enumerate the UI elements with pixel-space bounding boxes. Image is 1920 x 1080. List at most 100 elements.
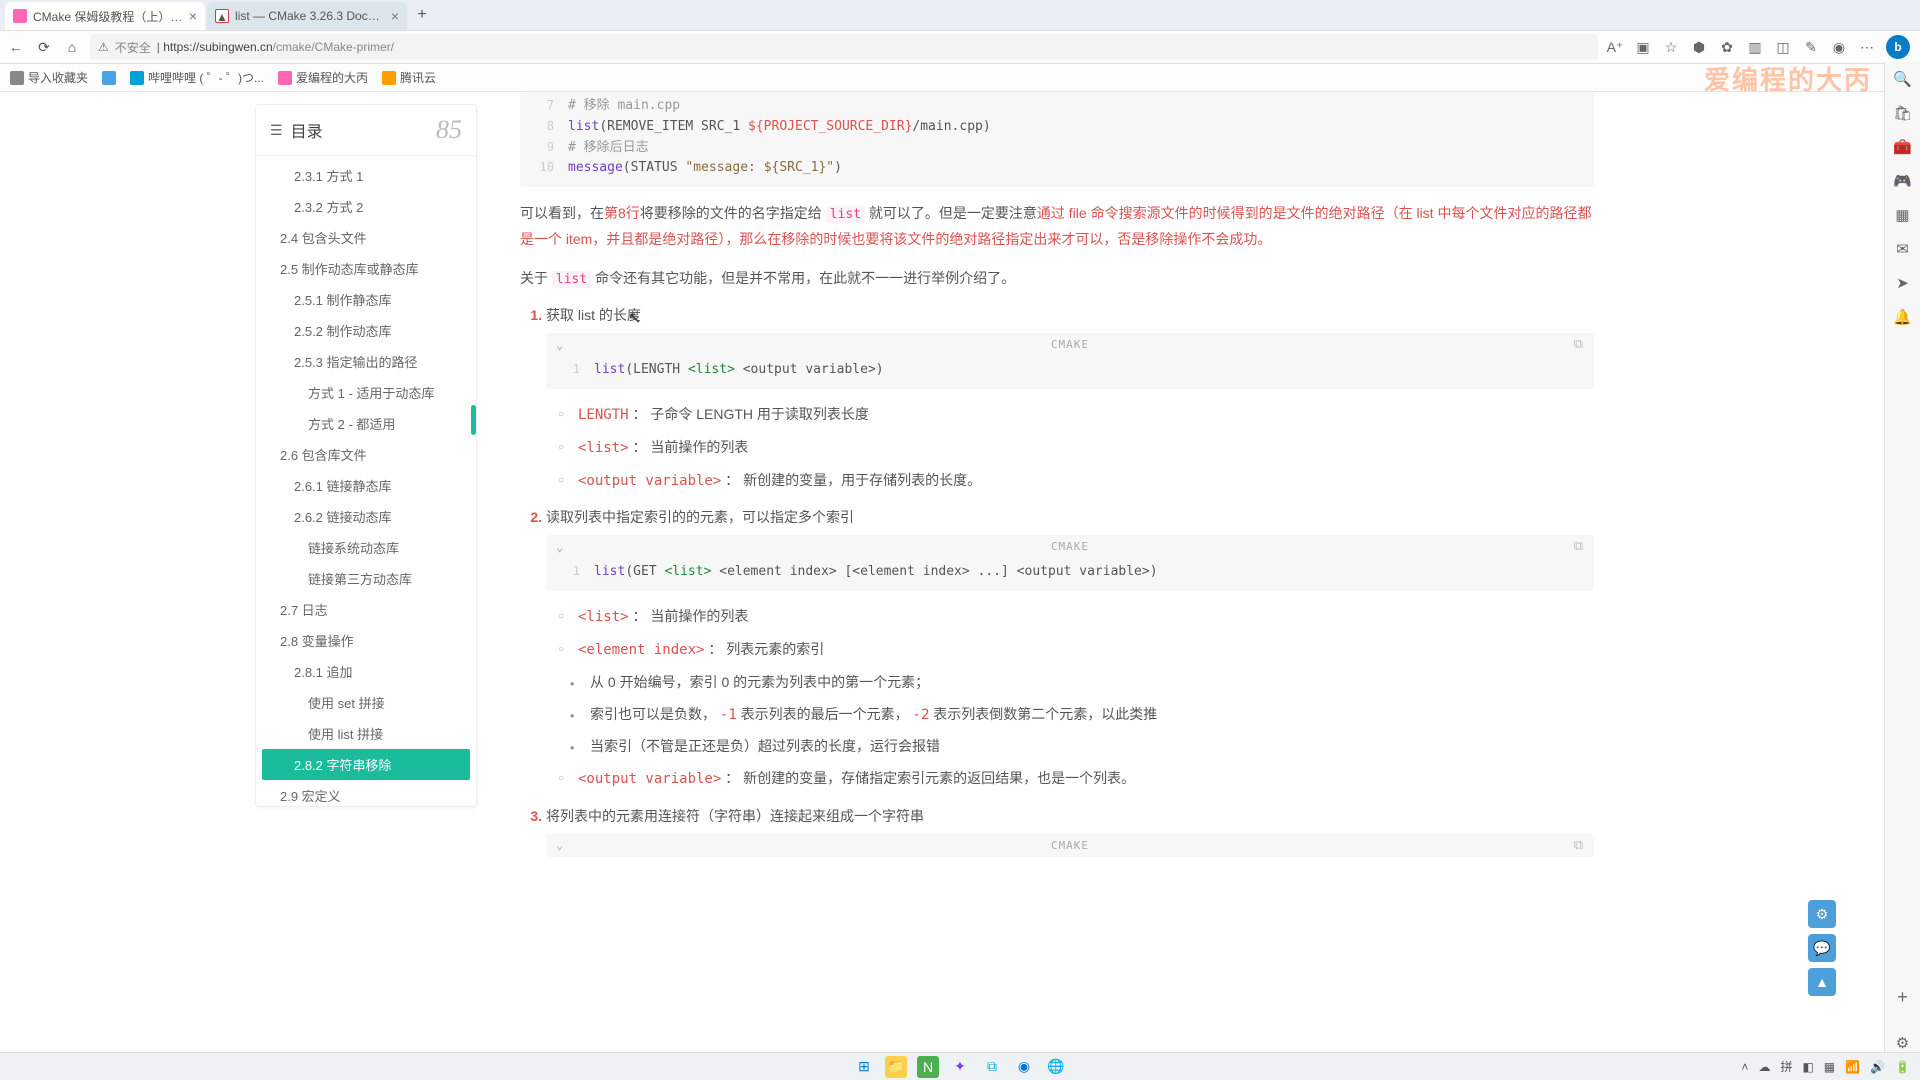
wifi-icon[interactable]: 📶 [1845, 1060, 1860, 1074]
toc-item[interactable]: 2.5 制作动态库或静态库 [256, 253, 476, 284]
toc-item[interactable]: 2.5.1 制作静态库 [256, 284, 476, 315]
system-tray[interactable]: ˄ ☁ 拼 ◧ ▦ 📶 🔊 🔋 [1741, 1058, 1910, 1075]
toc-item[interactable]: 2.6.1 链接静态库 [256, 470, 476, 501]
refresh-button[interactable]: ⟳ [34, 37, 54, 57]
list-item: 将列表中的元素用连接符（字符串）连接起来组成一个字符串⌄CMAKE⧉ [546, 806, 1594, 857]
app-icon[interactable]: N [917, 1056, 939, 1078]
shopping-icon[interactable]: 🛍 [1894, 104, 1912, 122]
chevron-down-icon[interactable]: ⌄ [556, 838, 564, 852]
plus-icon[interactable]: + [1894, 988, 1912, 1006]
extension-icon[interactable]: ⬢ [1690, 38, 1708, 56]
bookmark-item[interactable] [102, 71, 116, 85]
paragraph: 可以看到，在第8行将要移除的文件的名字指定给 list 就可以了。但是一定要注意… [520, 201, 1594, 252]
toc-item[interactable]: 方式 2 - 都适用 [256, 408, 476, 439]
home-button[interactable]: ⌂ [62, 37, 82, 57]
code-block: ⌄CMAKE⧉1list(GET <list> <element index> … [546, 535, 1594, 591]
bookmark-item[interactable]: 腾讯云 [382, 69, 436, 86]
split-icon[interactable]: ◫ [1774, 38, 1792, 56]
toc-item[interactable]: 使用 set 拼接 [256, 687, 476, 718]
favicon [13, 9, 27, 23]
article: 7# 移除 main.cpp8list(REMOVE_ITEM SRC_1 ${… [520, 92, 1854, 1052]
scroll-top-button[interactable]: ▲ [1808, 968, 1836, 996]
toc-item[interactable]: 2.8.1 追加 [256, 656, 476, 687]
battery-icon[interactable]: 🔋 [1895, 1060, 1910, 1074]
code-lang-label: CMAKE [1051, 540, 1089, 553]
toc-item[interactable]: 2.7 日志 [256, 594, 476, 625]
toc-item[interactable]: 2.4 包含头文件 [256, 222, 476, 253]
toc-item[interactable]: 2.9 宏定义 [256, 780, 476, 806]
tab-title: CMake 保姆级教程（上） | 爱编 [33, 8, 183, 25]
more-icon[interactable]: ⋯ [1858, 38, 1876, 56]
favorites-icon[interactable]: ☆ [1662, 38, 1680, 56]
app-tray-icon[interactable]: ◧ [1802, 1060, 1813, 1074]
reading-icon[interactable]: A⁺ [1606, 38, 1624, 56]
toc-count: 85 [436, 115, 462, 145]
scrollbar-thumb[interactable] [471, 405, 476, 435]
bookmark-item[interactable]: 哔哩哔哩 ( ゜- ゜)つ... [130, 69, 264, 86]
vs-icon[interactable]: ✦ [949, 1056, 971, 1078]
outlook-icon[interactable]: ✉ [1894, 240, 1912, 258]
games-icon[interactable]: 🎮 [1894, 172, 1912, 190]
extension-icon[interactable]: ✿ [1718, 38, 1736, 56]
address-bar[interactable]: ⚠ 不安全 | https://subingwen.cn/cmake/CMake… [90, 34, 1598, 60]
toc-item[interactable]: 2.5.3 指定输出的路径 [256, 346, 476, 377]
browser-tab-active[interactable]: CMake 保姆级教程（上） | 爱编 × [5, 2, 205, 30]
toc-item[interactable]: 2.3.1 方式 1 [256, 160, 476, 191]
toc-item[interactable]: 2.3.2 方式 2 [256, 191, 476, 222]
toc-item[interactable]: 链接系统动态库 [256, 532, 476, 563]
back-button[interactable]: ← [6, 37, 26, 57]
tools-icon[interactable]: 🧰 [1894, 138, 1912, 156]
toc-item[interactable]: 2.8.2 字符串移除 [262, 749, 470, 780]
explorer-icon[interactable]: 📁 [885, 1056, 907, 1078]
bookmark-import[interactable]: 导入收藏夹 [10, 69, 88, 86]
volume-icon[interactable]: 🔊 [1870, 1060, 1885, 1074]
toc-item[interactable]: 方式 1 - 适用于动态库 [256, 377, 476, 408]
settings-float-button[interactable]: ⚙ [1808, 900, 1836, 928]
chevron-up-icon[interactable]: ˄ [1741, 1060, 1748, 1074]
tab-strip: CMake 保姆级教程（上） | 爱编 × ▲ list — CMake 3.2… [0, 0, 1920, 30]
copy-icon[interactable]: ⧉ [1574, 337, 1584, 352]
list-item: 获取 list 的长度⌄CMAKE⧉1list(LENGTH <list> <o… [546, 305, 1594, 493]
toc-item[interactable]: 2.5.2 制作动态库 [256, 315, 476, 346]
extension-icon[interactable]: ✎ [1802, 38, 1820, 56]
toc-item[interactable]: 2.6 包含库文件 [256, 439, 476, 470]
toc-title: 目录 [291, 118, 436, 142]
toc-list[interactable]: 2.3.1 方式 12.3.2 方式 22.4 包含头文件2.5 制作动态库或静… [256, 156, 476, 806]
toc-item[interactable]: 2.6.2 链接动态库 [256, 501, 476, 532]
code-block: 7# 移除 main.cpp8list(REMOVE_ITEM SRC_1 ${… [520, 92, 1594, 187]
bing-button[interactable]: b [1886, 35, 1910, 59]
edge-icon[interactable]: ◉ [1013, 1056, 1035, 1078]
close-icon[interactable]: × [189, 8, 197, 24]
menu-icon[interactable]: ☰ [270, 122, 283, 139]
taskbar: ⊞ 📁 N ✦ ⧉ ◉ 🌐 ˄ ☁ 拼 ◧ ▦ 📶 🔊 🔋 [0, 1052, 1920, 1080]
copy-icon[interactable]: ⧉ [1574, 539, 1584, 554]
translate-icon[interactable]: ▣ [1634, 38, 1652, 56]
chat-float-button[interactable]: 💬 [1808, 934, 1836, 962]
new-tab-button[interactable]: + [409, 6, 435, 24]
copy-icon[interactable]: ⧉ [1574, 838, 1584, 853]
office-icon[interactable]: ▦ [1894, 206, 1912, 224]
search-icon[interactable]: 🔍 [1894, 70, 1912, 88]
profile-icon[interactable]: ◉ [1830, 38, 1848, 56]
toc-item[interactable]: 2.8 变量操作 [256, 625, 476, 656]
url-host: https://subingwen.cn [163, 40, 272, 54]
code-block: ⌄CMAKE⧉ [546, 834, 1594, 857]
start-button[interactable]: ⊞ [853, 1056, 875, 1078]
browser-tab[interactable]: ▲ list — CMake 3.26.3 Documenta × [207, 2, 407, 30]
close-icon[interactable]: × [391, 8, 399, 24]
chevron-down-icon[interactable]: ⌄ [556, 540, 564, 554]
chrome-icon[interactable]: 🌐 [1045, 1056, 1067, 1078]
toc-item[interactable]: 链接第三方动态库 [256, 563, 476, 594]
toc-item[interactable]: 使用 list 拼接 [256, 718, 476, 749]
app-tray-icon[interactable]: ▦ [1824, 1060, 1835, 1074]
settings-icon[interactable]: ⚙ [1894, 1034, 1912, 1052]
send-icon[interactable]: ➤ [1894, 274, 1912, 292]
onedrive-icon[interactable]: ☁ [1758, 1060, 1770, 1074]
chevron-down-icon[interactable]: ⌄ [556, 338, 564, 352]
input-icon[interactable]: 拼 [1780, 1058, 1792, 1075]
bell-icon[interactable]: 🔔 [1894, 308, 1912, 326]
favicon: ▲ [215, 9, 229, 23]
bookmark-item[interactable]: 爱编程的大丙 [278, 69, 368, 86]
collections-icon[interactable]: ▥ [1746, 38, 1764, 56]
vscode-icon[interactable]: ⧉ [981, 1056, 1003, 1078]
